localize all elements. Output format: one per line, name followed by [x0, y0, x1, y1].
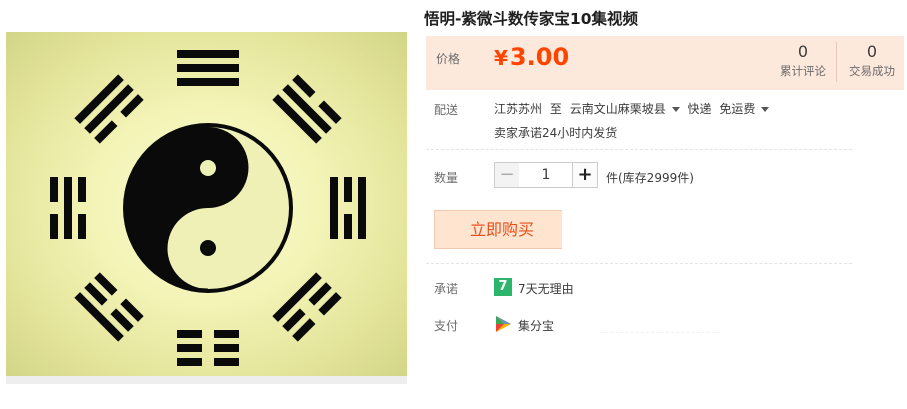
- reviews-stat[interactable]: 0 累计评论: [772, 42, 834, 80]
- payment-text[interactable]: 集分宝: [518, 317, 554, 334]
- divider: [426, 149, 852, 150]
- trades-count: 0: [866, 42, 878, 61]
- price-panel: 价格 ¥3.00 0 累计评论 0 交易成功: [426, 36, 904, 90]
- jifenbao-icon: [496, 316, 511, 332]
- shipping-to-word: 至: [549, 102, 562, 116]
- reviews-label: 累计评论: [780, 64, 826, 78]
- price-value: ¥3.00: [494, 43, 569, 71]
- shipping-origin: 江苏苏州: [494, 102, 543, 116]
- shipping-line: 江苏苏州 至 云南文山麻栗坡县 快递 免运费: [494, 100, 773, 117]
- shipping-fee[interactable]: 免运费: [719, 102, 755, 116]
- fee-chevron-down-icon[interactable]: [761, 107, 770, 112]
- image-shadow: [6, 376, 407, 384]
- quantity-label: 数量: [434, 171, 459, 185]
- quantity-decrease-button[interactable]: −: [494, 162, 520, 188]
- guarantee-text[interactable]: 7天无理由: [518, 280, 574, 297]
- buy-now-button[interactable]: 立即购买: [434, 210, 570, 249]
- price-amount: 3.00: [509, 43, 570, 71]
- reviews-count: 0: [797, 42, 809, 61]
- seven-day-return-icon: 7: [494, 278, 512, 296]
- quantity-stepper: − 1 +: [494, 162, 598, 188]
- stock-info: 件(库存2999件): [606, 171, 694, 185]
- shipping-label: 配送: [434, 103, 459, 117]
- faint-divider: [600, 332, 720, 333]
- quantity-increase-button[interactable]: +: [572, 162, 598, 188]
- buy-button-edge: [562, 210, 574, 249]
- currency-symbol: ¥: [494, 46, 508, 70]
- shipping-promise: 卖家承诺24小时内发货: [494, 126, 618, 140]
- stat-divider: [836, 42, 837, 82]
- bagua-yin-yang-icon: [50, 50, 366, 366]
- guarantee-label: 承诺: [434, 282, 459, 296]
- shipping-destination[interactable]: 云南文山麻栗坡县: [570, 102, 666, 116]
- product-title: 悟明-紫微斗数传家宝10集视频: [424, 10, 639, 28]
- trades-stat[interactable]: 0 交易成功: [840, 42, 904, 80]
- divider: [426, 263, 852, 264]
- destination-chevron-down-icon[interactable]: [671, 107, 680, 112]
- payment-label: 支付: [434, 319, 459, 333]
- price-label: 价格: [436, 52, 461, 66]
- product-image: [6, 32, 407, 378]
- shipping-method: 快递: [687, 102, 712, 116]
- quantity-input[interactable]: 1: [519, 162, 573, 188]
- trades-label: 交易成功: [849, 64, 895, 78]
